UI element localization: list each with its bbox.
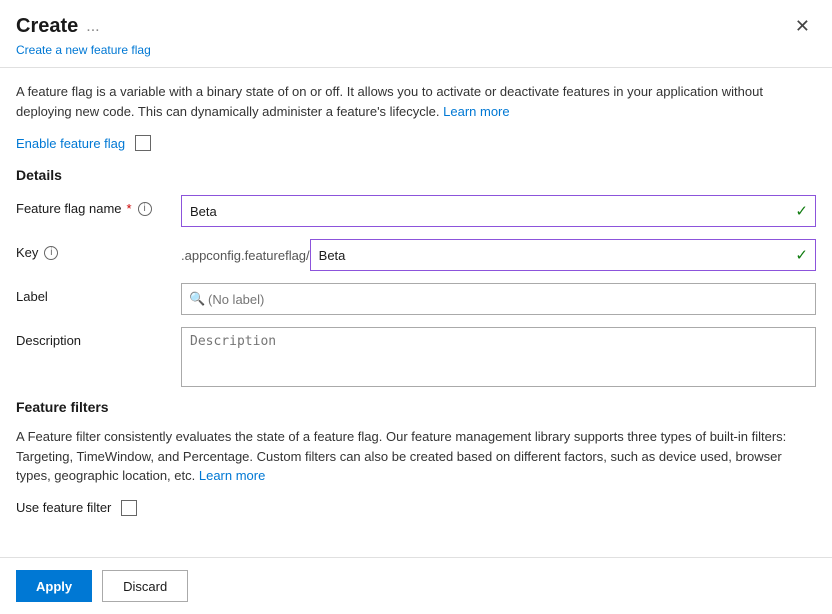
- required-indicator: *: [127, 201, 132, 216]
- flag-name-input[interactable]: [181, 195, 816, 227]
- dialog-header: Create ... ✕: [0, 0, 832, 43]
- use-filter-label: Use feature filter: [16, 500, 111, 515]
- label-row: Label 🔍: [16, 283, 816, 315]
- dialog-ellipsis[interactable]: ...: [86, 18, 99, 36]
- key-field-wrap: ✓: [310, 239, 816, 271]
- flag-name-label: Feature flag name * i: [16, 195, 181, 216]
- learn-more-link-filters[interactable]: Learn more: [199, 468, 265, 483]
- label-input-wrap: 🔍: [181, 283, 816, 315]
- flag-name-field-wrap: ✓: [181, 195, 816, 227]
- close-icon: ✕: [795, 16, 810, 37]
- description-label: Description: [16, 327, 181, 348]
- label-input[interactable]: [181, 283, 816, 315]
- dialog-subtitle[interactable]: Create a new feature flag: [0, 43, 832, 67]
- key-row-inner: .appconfig.featureflag/ ✓: [181, 239, 816, 271]
- key-label: Key i: [16, 239, 181, 260]
- key-prefix: .appconfig.featureflag/: [181, 248, 310, 263]
- learn-more-link-intro[interactable]: Learn more: [443, 104, 509, 119]
- flag-name-info-icon[interactable]: i: [138, 202, 152, 216]
- enable-flag-checkbox[interactable]: [135, 135, 151, 151]
- key-input[interactable]: [310, 239, 816, 271]
- label-label: Label: [16, 283, 181, 304]
- close-button[interactable]: ✕: [789, 14, 816, 39]
- dialog-title: Create: [16, 15, 78, 38]
- dialog-body: A feature flag is a variable with a bina…: [0, 68, 832, 557]
- details-section-title: Details: [16, 167, 816, 183]
- use-filter-row: Use feature filter: [16, 500, 816, 516]
- intro-text: A feature flag is a variable with a bina…: [16, 82, 816, 121]
- apply-button[interactable]: Apply: [16, 570, 92, 602]
- key-info-icon[interactable]: i: [44, 246, 58, 260]
- description-row: Description: [16, 327, 816, 387]
- enable-flag-label: Enable feature flag: [16, 136, 125, 151]
- use-filter-checkbox[interactable]: [121, 500, 137, 516]
- discard-button[interactable]: Discard: [102, 570, 188, 602]
- feature-filters-section: Feature filters A Feature filter consist…: [16, 399, 816, 516]
- description-input-wrap: [181, 327, 816, 387]
- feature-filters-title: Feature filters: [16, 399, 816, 415]
- dialog-footer: Apply Discard: [0, 557, 832, 614]
- create-feature-flag-dialog: Create ... ✕ Create a new feature flag A…: [0, 0, 832, 614]
- key-input-wrap: .appconfig.featureflag/ ✓: [181, 239, 816, 271]
- enable-flag-row: Enable feature flag: [16, 135, 816, 151]
- flag-name-row: Feature flag name * i ✓: [16, 195, 816, 227]
- description-input[interactable]: [181, 327, 816, 387]
- filter-info-text: A Feature filter consistently evaluates …: [16, 427, 816, 486]
- flag-name-input-wrap: ✓: [181, 195, 816, 227]
- key-row: Key i .appconfig.featureflag/ ✓: [16, 239, 816, 271]
